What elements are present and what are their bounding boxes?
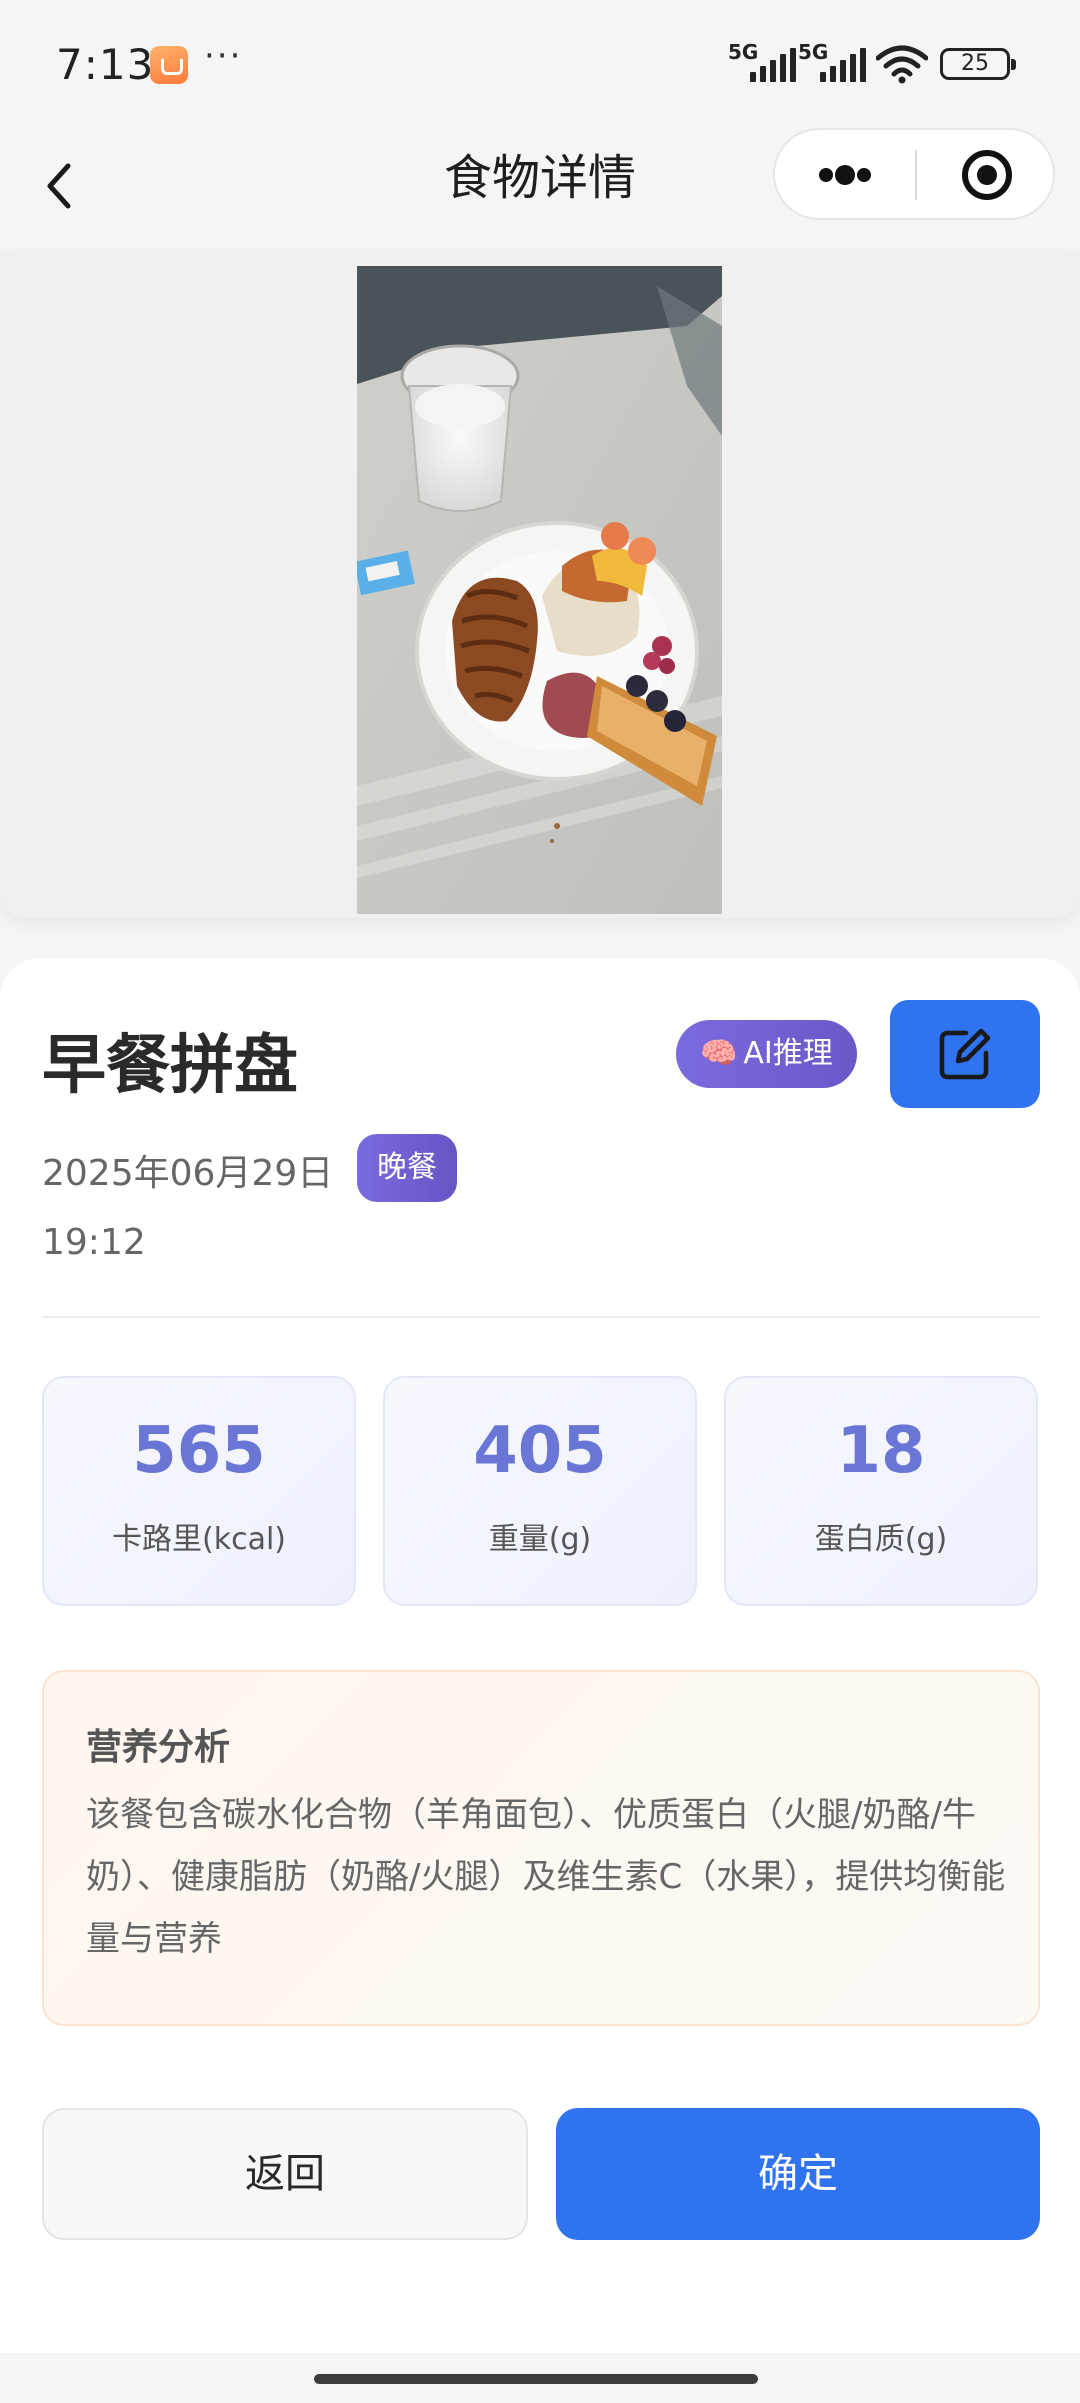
battery-indicator: 25 bbox=[940, 48, 1016, 80]
cellular-signal-icon: 5G bbox=[728, 40, 796, 82]
analysis-title: 营养分析 bbox=[86, 1727, 231, 1768]
food-detail-card: 早餐拼盘 🧠 AI推理 2025年06月29日 晚餐 19:12 565 卡路里(… bbox=[0, 958, 1080, 2050]
target-close-icon bbox=[962, 150, 1012, 200]
more-dots-icon bbox=[857, 168, 871, 182]
analysis-text: 该餐包含碳水化合物（羊角面包）、优质蛋白（火腿/奶酪/牛奶）、健康脂肪（奶酪/火… bbox=[86, 1795, 1006, 1959]
more-dots-icon bbox=[835, 165, 855, 185]
mini-program-capsule bbox=[773, 128, 1055, 220]
meal-date: 2025年06月29日 bbox=[42, 1153, 334, 1194]
confirm-button[interactable]: 确定 bbox=[556, 2108, 1040, 2240]
stat-calories: 565 卡路里(kcal) bbox=[42, 1376, 356, 1606]
shopping-bag-icon bbox=[150, 46, 188, 84]
food-photo[interactable] bbox=[357, 266, 722, 914]
more-button[interactable] bbox=[775, 130, 915, 218]
meal-time: 19:12 bbox=[42, 1222, 146, 1263]
stat-value: 405 bbox=[473, 1414, 607, 1488]
edit-button[interactable] bbox=[890, 1000, 1040, 1108]
home-indicator[interactable] bbox=[314, 2374, 758, 2384]
stat-label: 卡路里(kcal) bbox=[112, 1522, 286, 1557]
ai-badge-label: AI推理 bbox=[743, 1036, 833, 1071]
food-name: 早餐拼盘 bbox=[42, 1029, 298, 1103]
close-button[interactable] bbox=[917, 130, 1055, 218]
cellular-signal-icon: 5G bbox=[798, 40, 866, 82]
status-time: 7:13 bbox=[56, 40, 155, 89]
more-dots-icon bbox=[819, 168, 833, 182]
meal-type-badge: 晚餐 bbox=[357, 1134, 457, 1202]
return-button[interactable]: 返回 bbox=[42, 2108, 528, 2240]
wifi-icon bbox=[876, 45, 928, 84]
nav-bar: 食物详情 bbox=[0, 128, 1080, 246]
brain-icon: 🧠 bbox=[700, 1036, 738, 1071]
food-photo-card bbox=[0, 250, 1080, 918]
stat-value: 18 bbox=[836, 1414, 926, 1488]
stat-value: 565 bbox=[132, 1414, 266, 1488]
nutrition-analysis-card: 营养分析 该餐包含碳水化合物（羊角面包）、优质蛋白（火腿/奶酪/牛奶）、健康脂肪… bbox=[42, 1670, 1040, 2026]
edit-icon bbox=[939, 1028, 991, 1080]
status-more-dots: ··· bbox=[204, 36, 243, 76]
divider bbox=[42, 1316, 1040, 1318]
stat-protein: 18 蛋白质(g) bbox=[724, 1376, 1038, 1606]
stat-weight: 405 重量(g) bbox=[383, 1376, 697, 1606]
status-bar: 7:13 ··· 5G 5G 25 bbox=[0, 0, 1080, 128]
nutrition-stats: 565 卡路里(kcal) 405 重量(g) 18 蛋白质(g) bbox=[42, 1376, 1040, 1606]
ai-inference-badge: 🧠 AI推理 bbox=[676, 1020, 857, 1088]
bottom-action-bar: 返回 确定 bbox=[0, 2050, 1080, 2353]
stat-label: 重量(g) bbox=[488, 1522, 592, 1557]
stat-label: 蛋白质(g) bbox=[814, 1522, 948, 1557]
